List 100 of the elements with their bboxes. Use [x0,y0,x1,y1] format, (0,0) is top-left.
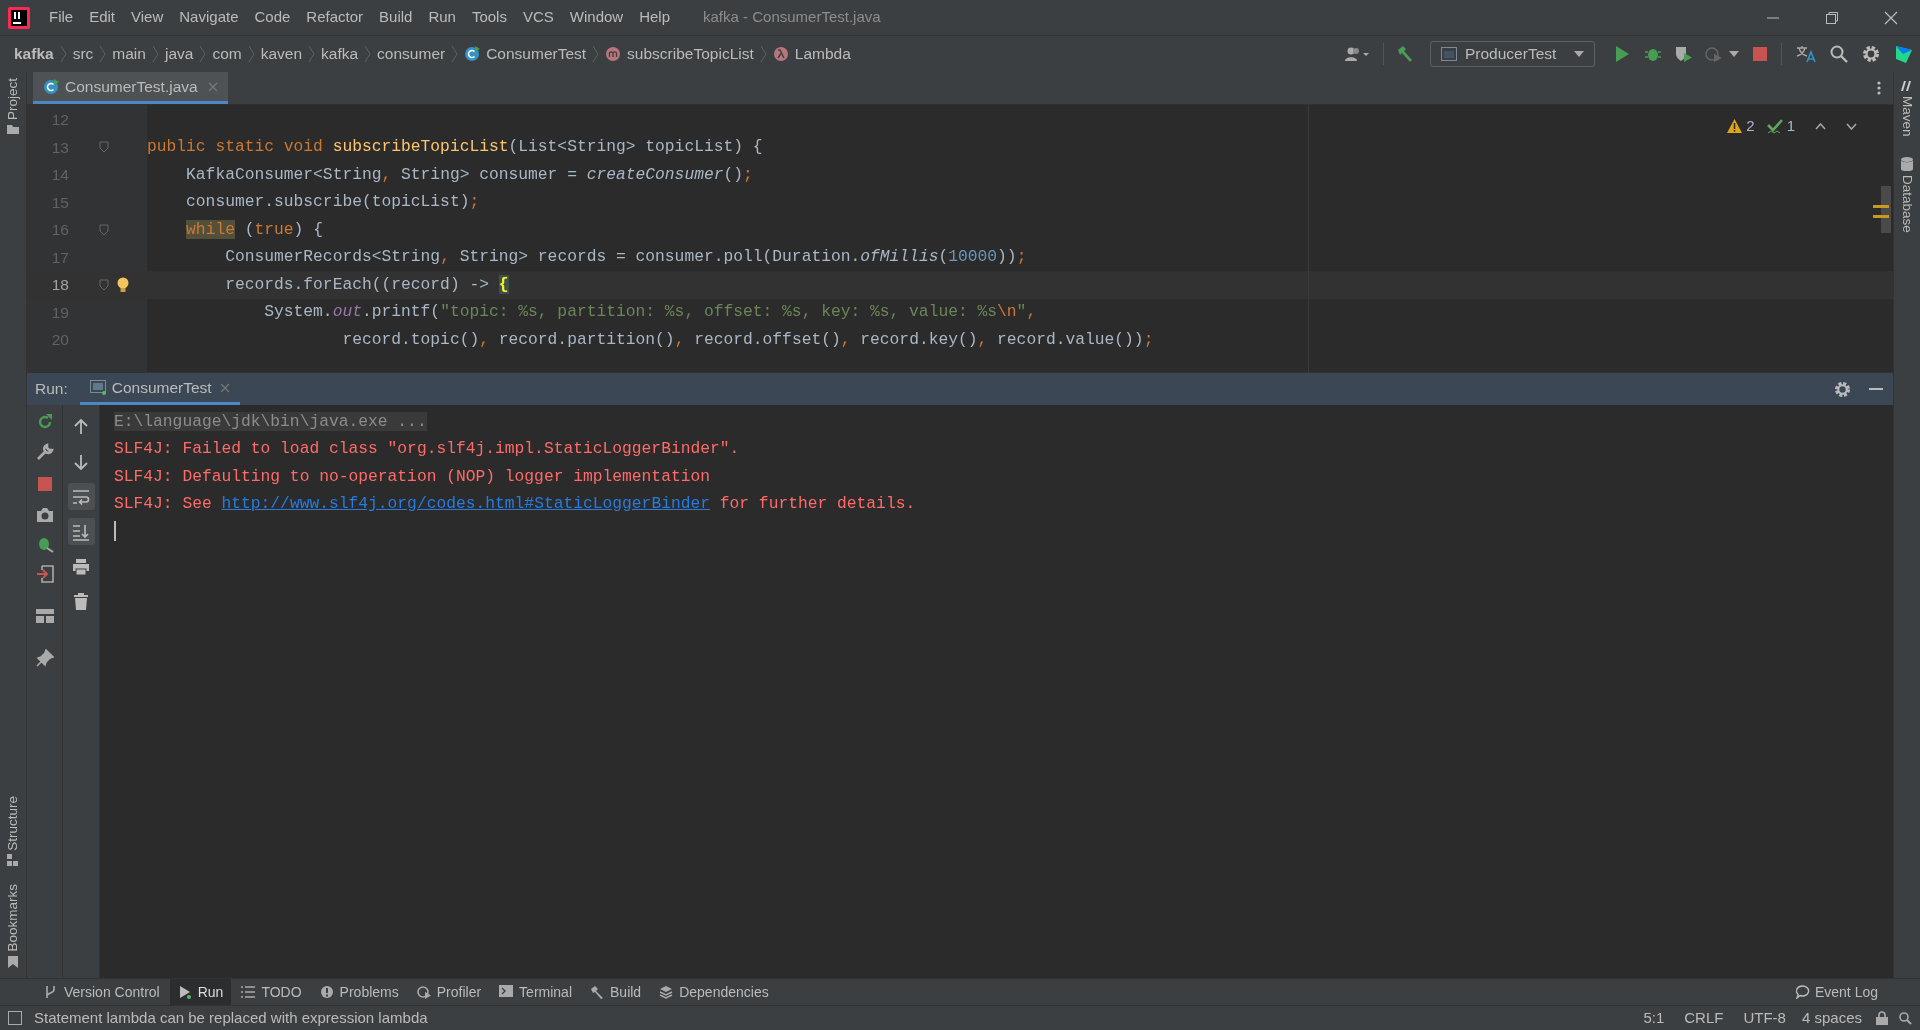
tool-window-button[interactable]: TODO [233,979,310,1005]
breadcrumb-item[interactable]: kafka [14,42,54,66]
restore-icon[interactable] [1825,10,1839,25]
warning-icon[interactable] [1727,119,1743,134]
indent-setting[interactable]: 4 spaces [1801,1006,1862,1030]
class-icon [43,78,59,95]
tool-window-tab[interactable]: Database [1894,174,1920,233]
code-line: public static void subscribeTopicList(List<String> topicList) { [147,136,763,159]
settings-icon[interactable] [1834,380,1851,398]
tool-window-tab[interactable]: Structure [0,795,26,851]
check-icon[interactable] [1766,118,1783,134]
file-encoding[interactable]: UTF-8 [1743,1006,1786,1030]
line-separator[interactable]: CRLF [1684,1006,1724,1030]
search-icon[interactable] [1830,45,1848,63]
editor-tab[interactable]: ConsumerTest.java [33,72,228,104]
pin-icon[interactable] [35,649,54,667]
code-line: record.topic(), record.partition(), record.offset(), record.key(), record.value()); [341,328,1154,351]
code-line: while (true) { [185,218,323,241]
breadcrumb-item[interactable]: kaven [260,42,303,66]
panel-title: Run: [35,379,68,400]
breadcrumb-item[interactable]: com [212,42,242,66]
menu-item[interactable]: Run [421,6,463,29]
breadcrumb-item[interactable]: consumer [377,42,446,66]
text-cursor [114,521,116,541]
camera-icon[interactable] [35,507,54,523]
chevron-down-icon[interactable] [1846,122,1857,130]
profiler-icon [416,985,431,999]
menu-item[interactable]: Tools [464,6,514,29]
code-line: records.forEach((record) -> { [224,273,509,296]
scrollbar-thumb[interactable] [1881,186,1891,233]
run-icon[interactable] [1615,46,1629,62]
menu-item[interactable]: Build [372,6,420,29]
structure-icon [7,854,19,867]
users-icon[interactable] [1345,46,1371,62]
tool-window-button[interactable]: Build [582,979,650,1005]
menu-item[interactable]: Window [562,6,631,29]
tool-window-tab[interactable]: Maven [1894,96,1920,137]
stop-icon[interactable] [37,477,52,491]
translate-icon[interactable] [1796,45,1816,63]
todo-icon [241,985,256,999]
trash-icon [72,592,90,611]
menu-item[interactable]: Help [632,6,678,29]
tool-window-button[interactable]: Terminal [491,979,580,1005]
warning-marker [1873,215,1889,218]
breadcrumb-item[interactable]: ConsumerTest [486,42,587,66]
menu-item[interactable]: Refactor [299,6,371,29]
chevron-icon [759,45,767,63]
tool-window-button[interactable]: Run [169,979,232,1005]
breadcrumb-item[interactable]: java [164,42,194,66]
menu-item[interactable]: View [124,6,171,29]
caret-icon[interactable] [1729,51,1739,57]
tool-window-button[interactable]: Version Control [36,979,168,1005]
event-log-button[interactable]: Event Log [1791,979,1882,1005]
method-icon [605,46,622,62]
caret-position[interactable]: 5:1 [1643,1006,1665,1030]
tool-window-tab[interactable]: Bookmarks [0,884,26,952]
wrench-icon[interactable] [35,443,54,461]
layout-icon[interactable] [35,609,54,623]
menu-item[interactable]: Code [247,6,298,29]
coverage-icon[interactable] [1675,46,1693,62]
console-line: SLF4J: See http://www.slf4j.org/codes.html#StaticLoggerBinder for further details. [114,493,916,516]
tool-window-button[interactable]: Dependencies [651,979,777,1005]
settings-icon[interactable] [1862,45,1880,63]
menu-item[interactable]: File [42,6,81,29]
run-tab[interactable]: ConsumerTest [79,373,240,405]
breadcrumb-item[interactable]: kafka [321,42,359,66]
run-config-dropdown[interactable]: ProducerTest [1430,41,1595,67]
menu-item[interactable]: Navigate [172,6,246,29]
breadcrumb-item[interactable]: main [112,42,146,66]
breadcrumb-item[interactable]: Lambda [794,42,851,66]
bug-icon[interactable] [1645,46,1661,62]
tool-window-button[interactable]: Profiler [408,979,490,1005]
problems-icon [319,985,334,999]
console-icon [89,380,106,395]
class-icon [464,46,481,62]
weak-warning-count: 1 [1786,116,1795,136]
soft-wrap-button[interactable] [67,483,95,510]
link[interactable]: http://www.slf4j.org/codes.html#StaticLoggerBinder [221,494,710,514]
breadcrumb-item[interactable]: subscribeTopicList [627,42,754,66]
chevron-up-icon[interactable] [1815,122,1826,130]
more-icon[interactable] [1877,81,1881,95]
lock-icon[interactable] [1876,1011,1888,1025]
close-icon[interactable] [1884,10,1898,25]
menu-item[interactable]: Edit [82,6,123,29]
breadcrumb-item[interactable]: src [72,42,94,66]
exit-icon[interactable] [35,565,54,583]
status-message: Statement lambda can be replaced with expression lambda [34,1007,428,1028]
panel-toggle-icon[interactable] [8,1011,22,1025]
tool-window-button[interactable]: Problems [311,979,407,1005]
chevron-icon [364,45,372,63]
hammer-icon[interactable] [1396,45,1414,63]
console-line: SLF4J: Failed to load class "org.slf4j.impl.StaticLoggerBinder". [114,438,740,461]
bookmark-icon [8,956,18,968]
code-line: System.out.printf("topic: %s, partition: %s, offset: %s, key: %s, value: %s\n", [263,301,1037,324]
scroll-to-end-button[interactable] [67,518,95,545]
menu-item[interactable]: VCS [515,6,561,29]
tool-window-tab[interactable]: Project [0,78,26,121]
arrow-up-icon [72,417,90,436]
chevron-icon [151,45,159,63]
printer-icon [72,557,90,576]
